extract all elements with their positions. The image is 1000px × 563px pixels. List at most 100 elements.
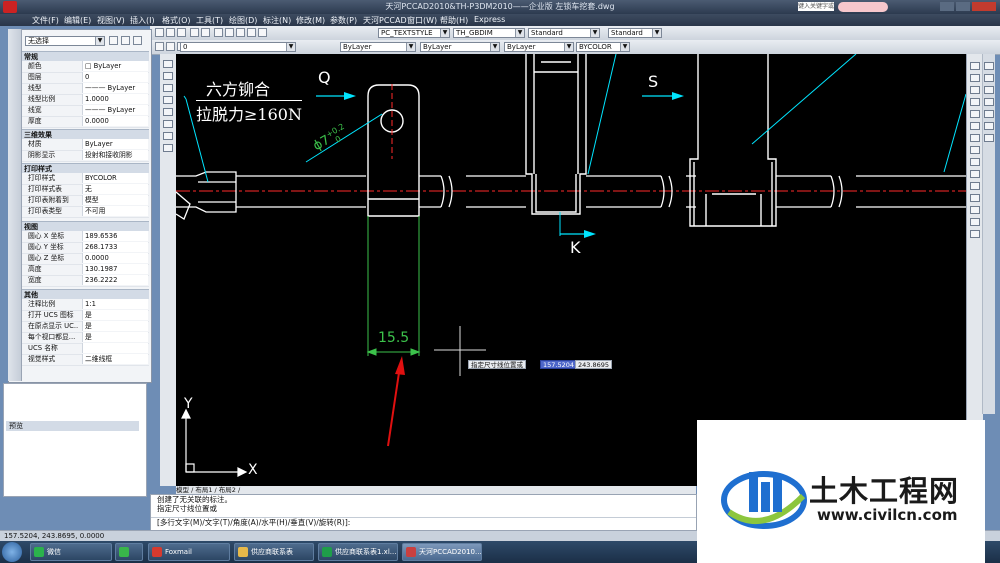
dynamic-input-y[interactable]: 243.8695	[575, 360, 613, 369]
linear-dim-icon[interactable]	[984, 62, 994, 70]
break-icon[interactable]	[970, 194, 980, 202]
command-line[interactable]: 创建了无关联的标注。 指定尺寸线位置或 [多行文字(M)/文字(T)/角度(A)…	[150, 494, 697, 533]
design-center-icon[interactable]	[258, 28, 267, 37]
layer-select[interactable]: 0 ▼	[180, 42, 296, 52]
taskbar-folder[interactable]: 供应商联系表	[234, 543, 314, 561]
layers-toolbar: 0 ▼ ByLayer ▼ ByLayer ▼ ByLayer ▼ BYCOLOR ▼	[150, 40, 1000, 55]
explode-icon[interactable]	[970, 230, 980, 238]
layout-tabs[interactable]: 模型 / 布局1 / 布局2 /	[176, 486, 696, 494]
fillet-icon[interactable]	[970, 218, 980, 226]
line-icon[interactable]	[163, 60, 173, 68]
multileader-style-select[interactable]: Standard ▼	[608, 28, 662, 38]
menu-draw[interactable]: 绘图(D)	[229, 15, 257, 26]
spline-icon[interactable]	[163, 120, 173, 128]
offset-icon[interactable]	[970, 98, 980, 106]
property-row[interactable]: 宽度 236.2222	[22, 275, 149, 287]
layer-manager-icon[interactable]	[155, 42, 164, 51]
taskbar-pccad[interactable]: 天河PCCAD2010...	[402, 543, 482, 561]
polyline-icon[interactable]	[163, 72, 173, 80]
menu-help[interactable]: 帮助(H)	[440, 15, 468, 26]
taskbar-spreadsheet[interactable]: 供应商联系表1.xl...	[318, 543, 398, 561]
menu-edit[interactable]: 编辑(E)	[64, 15, 91, 26]
search-field[interactable]: 键入关键字或短语	[798, 2, 834, 11]
menu-express[interactable]: Express	[474, 15, 505, 24]
text-style-select[interactable]: PC_TEXTSTYLE ▼	[378, 28, 450, 38]
dim-style-select[interactable]: TH_GBDIM ▼	[453, 28, 525, 38]
lineweight-select[interactable]: ByLayer ▼	[504, 42, 574, 52]
trim-icon[interactable]	[970, 170, 980, 178]
array-icon[interactable]	[970, 110, 980, 118]
diameter-dim-icon[interactable]	[984, 98, 994, 106]
leader-icon[interactable]	[984, 122, 994, 130]
chamfer-icon[interactable]	[970, 206, 980, 214]
section-plot-style[interactable]: 打印样式	[22, 163, 149, 173]
search-icon[interactable]	[838, 2, 888, 12]
zoom-icon[interactable]	[225, 28, 234, 37]
menu-dimension[interactable]: 标注(N)	[263, 15, 291, 26]
start-button[interactable]	[2, 542, 22, 562]
property-row[interactable]: 打印表类型 不可用	[22, 206, 149, 218]
menu-insert[interactable]: 插入(I)	[130, 15, 155, 26]
section-general[interactable]: 常规	[22, 51, 149, 61]
menu-modify[interactable]: 修改(M)	[296, 15, 325, 26]
hatch-icon[interactable]	[163, 132, 173, 140]
menu-file[interactable]: 文件(F)	[32, 15, 59, 26]
pan-icon[interactable]	[214, 28, 223, 37]
taskbar-app-green[interactable]	[115, 543, 143, 561]
arc-icon[interactable]	[163, 96, 173, 104]
text-icon[interactable]	[163, 144, 173, 152]
redo-icon[interactable]	[201, 28, 210, 37]
axis-x-label: X	[248, 462, 258, 478]
property-row[interactable]: 视觉样式 二维线框	[22, 354, 149, 366]
section-view[interactable]: 视图	[22, 221, 149, 231]
close-icon[interactable]	[972, 2, 996, 11]
open-icon[interactable]	[166, 28, 175, 37]
rotate-icon[interactable]	[970, 134, 980, 142]
menu-parameters[interactable]: 参数(P)	[330, 15, 357, 26]
taskbar-wechat[interactable]: 微信	[30, 543, 112, 561]
command-input[interactable]: [多行文字(M)/文字(T)/角度(A)/水平(H)/垂直(V)/旋转(R)]:	[151, 517, 696, 527]
rectangle-icon[interactable]	[163, 84, 173, 92]
table-style-select[interactable]: Standard ▼	[528, 28, 600, 38]
zoom-window-icon[interactable]	[236, 28, 245, 37]
color-select[interactable]: ByLayer ▼	[340, 42, 416, 52]
extend-icon[interactable]	[970, 182, 980, 190]
watermark-title: 土木工程网	[809, 474, 960, 508]
maximize-icon[interactable]	[956, 2, 970, 11]
stretch-icon[interactable]	[970, 158, 980, 166]
tolerance-icon[interactable]	[984, 134, 994, 142]
minimize-icon[interactable]	[940, 2, 954, 11]
plotstyle-select[interactable]: BYCOLOR ▼	[576, 42, 630, 52]
move-icon[interactable]	[970, 122, 980, 130]
menu-bar: 文件(F) 编辑(E) 视图(V) 插入(I) 格式(O) 工具(T) 绘图(D…	[0, 14, 1000, 26]
new-icon[interactable]	[155, 28, 164, 37]
linetype-select[interactable]: ByLayer ▼	[420, 42, 500, 52]
angular-dim-icon[interactable]	[984, 110, 994, 118]
menu-tools[interactable]: 工具(T)	[196, 15, 223, 26]
menu-pccad[interactable]: 天河PCCAD	[363, 15, 407, 26]
save-icon[interactable]	[177, 28, 186, 37]
property-row[interactable]: 阴影显示 投射和接收阴影	[22, 150, 149, 162]
circle-icon[interactable]	[163, 108, 173, 116]
dynamic-input-x[interactable]: 157.5204	[540, 360, 578, 369]
undo-icon[interactable]	[190, 28, 199, 37]
erase-icon[interactable]	[970, 62, 980, 70]
mirror-icon[interactable]	[970, 86, 980, 94]
menu-window[interactable]: 窗口(W)	[407, 15, 437, 26]
chevron-down-icon: ▼	[590, 29, 599, 37]
preview-header[interactable]: 预览	[6, 421, 139, 431]
aligned-dim-icon[interactable]	[984, 74, 994, 82]
taskbar-foxmail[interactable]: Foxmail	[148, 543, 230, 561]
menu-format[interactable]: 格式(O)	[162, 15, 191, 26]
bulb-icon[interactable]	[166, 42, 175, 51]
properties-icon[interactable]	[247, 28, 256, 37]
scale-icon[interactable]	[970, 146, 980, 154]
section-3d-effects[interactable]: 三维效果	[22, 129, 149, 139]
copy-icon[interactable]	[970, 74, 980, 82]
standard-toolbar: PC_TEXTSTYLE ▼ TH_GBDIM ▼ Standard ▼ Standa…	[150, 26, 1000, 41]
property-row[interactable]: 厚度 0.0000	[22, 116, 149, 128]
menu-view[interactable]: 视图(V)	[97, 15, 125, 26]
section-misc[interactable]: 其他	[22, 289, 149, 299]
chevron-down-icon: ▼	[286, 43, 295, 51]
radius-dim-icon[interactable]	[984, 86, 994, 94]
